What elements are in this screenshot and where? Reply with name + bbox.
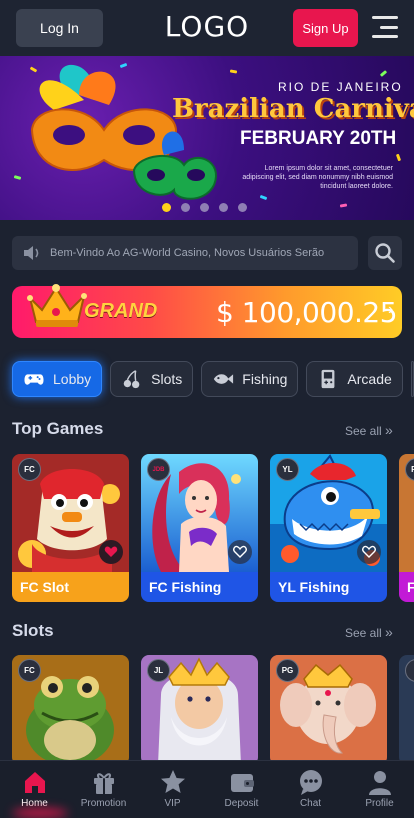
chat-icon (299, 770, 322, 795)
gift-icon (93, 773, 114, 794)
game-card[interactable] (399, 655, 414, 760)
banner-body: Lorem ipsum dolor sit amet, consectetuer… (242, 165, 393, 190)
game-card[interactable]: FC F (399, 454, 414, 602)
provider-badge: JDB (147, 458, 170, 481)
carousel-dot[interactable] (238, 203, 247, 212)
tab-label: Arcade (347, 371, 392, 387)
provider-badge: YL (276, 458, 299, 481)
user-icon (368, 771, 391, 795)
category-tabs: Lobby Slots Fishing Arcade (12, 361, 414, 399)
cherry-icon (123, 370, 140, 389)
carousel-dot[interactable] (219, 203, 228, 212)
provider-badge: FC (18, 659, 41, 682)
active-nav-glow (12, 808, 68, 818)
hamburger-menu-icon[interactable] (372, 16, 398, 38)
game-card[interactable]: PG (270, 655, 387, 760)
wallet-icon (230, 774, 254, 792)
game-card[interactable]: FC FC Slot (12, 454, 129, 602)
nav-label: VIP (164, 798, 181, 809)
carousel-dots (162, 203, 247, 212)
search-icon (375, 243, 395, 263)
provider-badge: JL (147, 659, 170, 682)
tab-label: Fishing (242, 371, 288, 387)
carousel-dot[interactable] (162, 203, 171, 212)
see-all-slots[interactable]: See all » (345, 624, 393, 640)
provider-badge: PG (276, 659, 299, 682)
banner-title: Brazilian Carnival (172, 94, 414, 124)
announcement-text: Bem-Vindo Ao AG-World Casino, Novos Usuá… (50, 247, 325, 259)
crown-icon (27, 284, 87, 327)
nav-deposit[interactable]: Deposit (207, 761, 276, 818)
section-title-top-games: Top Games (12, 419, 104, 438)
banner-date: FEBRUARY 20TH (240, 128, 397, 149)
see-all-top-games[interactable]: See all » (345, 422, 393, 438)
heart-icon[interactable] (228, 540, 252, 564)
nav-promotion[interactable]: Promotion (69, 761, 138, 818)
handheld-icon (322, 369, 335, 389)
banner-city: RIO DE JANEIRO (278, 80, 403, 94)
announcement-bar[interactable]: Bem-Vindo Ao AG-World Casino, Novos Usuá… (12, 236, 358, 270)
app-header: Log In LOGO Sign Up (0, 0, 414, 56)
nav-label: Profile (365, 798, 394, 809)
nav-chat[interactable]: Chat (276, 761, 345, 818)
game-name: FC Fishing (141, 572, 258, 602)
tab-label: Lobby (53, 371, 92, 387)
tab-label: Slots (151, 371, 183, 387)
jackpot-label: GRAND (84, 300, 158, 322)
carousel-dot[interactable] (181, 203, 190, 212)
section-title-slots: Slots (12, 621, 54, 640)
fish-icon (214, 374, 234, 384)
chevron-right-icon: › (388, 301, 394, 318)
nav-profile[interactable]: Profile (345, 761, 414, 818)
game-card[interactable]: FC (12, 655, 129, 760)
nav-vip[interactable]: VIP (138, 761, 207, 818)
promo-banner[interactable]: RIO DE JANEIRO Brazilian Carnival FEBRUA… (0, 56, 414, 220)
game-name: FC Slot (12, 572, 129, 602)
carnival-mask-icon (30, 64, 217, 200)
game-name: YL Fishing (270, 572, 387, 602)
heart-icon[interactable] (357, 540, 381, 564)
game-card[interactable]: YL YL Fishing (270, 454, 387, 602)
game-card[interactable]: JDB FC Fishing (141, 454, 258, 602)
tab-slots[interactable]: Slots (110, 361, 194, 397)
nav-label: Deposit (224, 798, 259, 809)
slots-row: FC JL PG (12, 655, 414, 760)
tab-fishing[interactable]: Fishing (201, 361, 299, 397)
nav-label: Promotion (80, 798, 127, 809)
star-icon (160, 770, 185, 793)
home-icon (24, 772, 45, 793)
carousel-dot[interactable] (200, 203, 209, 212)
top-games-row: FC FC Slot JDB FC Fishing YL YL Fishing … (12, 454, 414, 602)
game-name: F (399, 572, 414, 602)
signup-button[interactable]: Sign Up (293, 9, 358, 47)
jackpot-banner[interactable]: GRAND $ 100,000.25 › (12, 284, 402, 338)
tab-lobby[interactable]: Lobby (12, 361, 103, 397)
heart-icon[interactable] (99, 540, 123, 564)
speaker-icon (24, 246, 39, 260)
game-card[interactable]: JL (141, 655, 258, 760)
jackpot-amount: $ 100,000.25 (216, 296, 398, 329)
provider-badge: FC (18, 458, 41, 481)
search-button[interactable] (368, 236, 402, 270)
nav-label: Chat (299, 798, 322, 809)
tab-arcade[interactable]: Arcade (306, 361, 403, 397)
gamepad-icon (24, 374, 44, 385)
